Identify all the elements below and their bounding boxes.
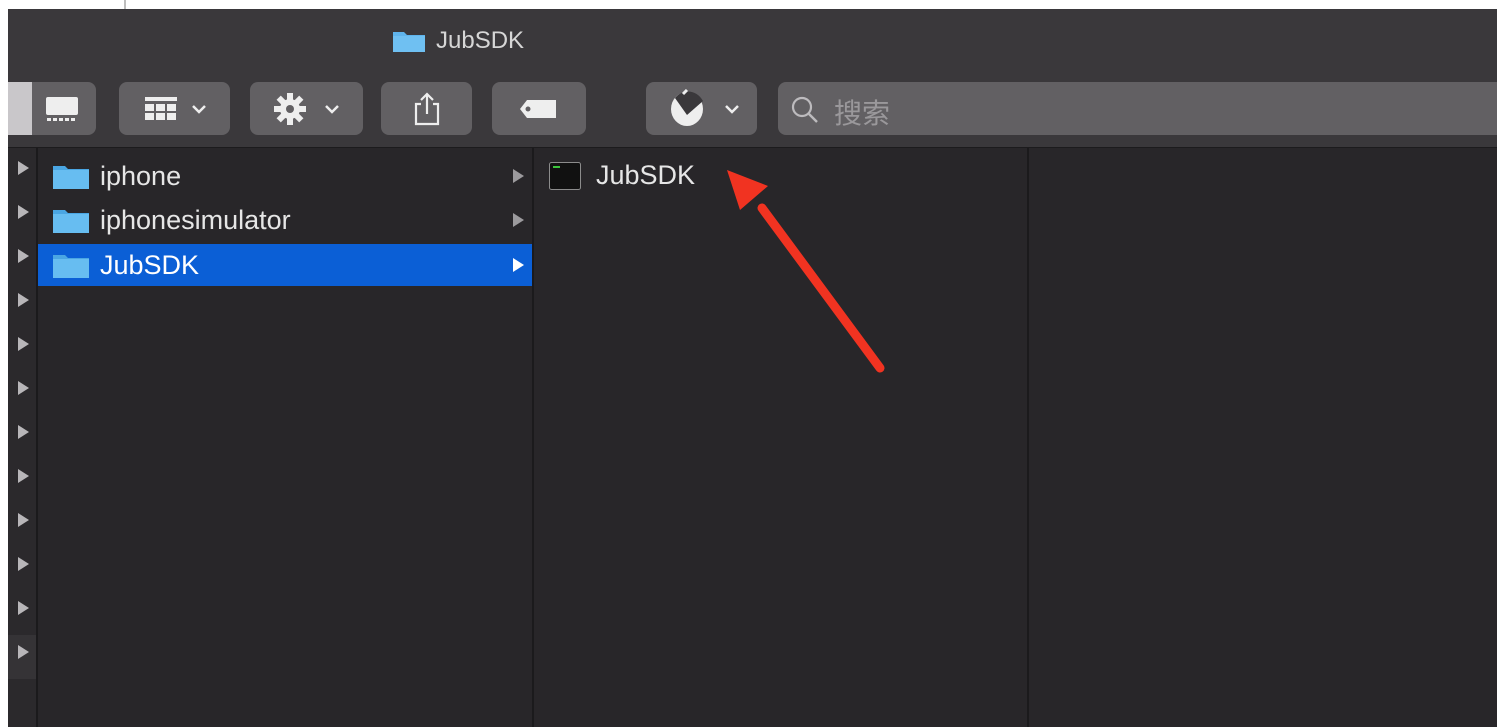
disclosure-arrow-icon[interactable] — [18, 601, 29, 615]
search-icon — [791, 96, 818, 123]
folder-row-jubsdk[interactable]: JubSDK — [38, 244, 532, 286]
disclosure-arrow-icon[interactable] — [18, 425, 29, 439]
toolbar: 搜索 — [8, 73, 1497, 148]
disclosure-arrow-icon[interactable] — [18, 557, 29, 571]
acorn-app-icon — [670, 88, 739, 126]
disclosure-arrow-icon — [513, 258, 524, 272]
disclosure-arrow-icon[interactable] — [18, 469, 29, 483]
share-button[interactable] — [381, 82, 472, 135]
parent-column-strip[interactable] — [8, 148, 38, 727]
folder-row-iphone[interactable]: iphone — [38, 155, 532, 197]
folder-row-iphonesimulator[interactable]: iphonesimulator — [38, 199, 532, 241]
chevron-down-icon — [724, 104, 739, 114]
group-view-icon — [144, 96, 206, 120]
chevron-down-icon — [191, 104, 206, 114]
folder-name: JubSDK — [100, 249, 200, 280]
folder-icon — [53, 255, 89, 278]
action-menu-button[interactable] — [250, 82, 363, 135]
folder-icon — [53, 210, 89, 233]
disclosure-arrow-icon — [513, 213, 524, 227]
disclosure-arrow-icon[interactable] — [18, 645, 29, 659]
top-nub — [124, 0, 126, 9]
browser-column-3 — [1029, 148, 1497, 727]
window-title: JubSDK — [392, 26, 524, 56]
disclosure-arrow-icon[interactable] — [18, 381, 29, 395]
file-row-jubsdk[interactable]: JubSDK — [549, 160, 695, 191]
gear-icon — [273, 92, 339, 125]
search-placeholder: 搜索 — [834, 98, 891, 129]
unix-executable-icon — [549, 161, 581, 190]
disclosure-arrow-icon[interactable] — [18, 249, 29, 263]
disclosure-arrow-icon[interactable] — [18, 337, 29, 351]
search-field[interactable]: 搜索 — [778, 82, 1497, 135]
share-icon — [414, 91, 439, 125]
title-bar[interactable]: JubSDK — [8, 9, 1497, 73]
folder-name: iphone — [100, 160, 182, 191]
disclosure-arrow-icon — [513, 169, 524, 183]
folder-icon — [393, 32, 425, 52]
tag-icon — [520, 99, 556, 118]
folder-name: iphonesimulator — [100, 204, 291, 235]
disclosure-arrow-icon[interactable] — [18, 205, 29, 219]
disclosure-arrow-icon[interactable] — [18, 513, 29, 527]
finder-window: JubSDK 搜索 iphone iphonesimulator JubSDK … — [8, 9, 1497, 727]
browser-column-1: iphone iphonesimulator JubSDK — [38, 148, 534, 727]
top-margin — [0, 0, 1497, 9]
file-name: JubSDK — [596, 160, 696, 190]
tag-button[interactable] — [492, 82, 586, 135]
browser-column-2: JubSDK — [534, 148, 1029, 727]
chevron-down-icon — [324, 104, 339, 114]
disclosure-arrow-icon[interactable] — [18, 161, 29, 175]
disclosure-arrow-icon[interactable] — [18, 293, 29, 307]
column-view-partial[interactable] — [8, 82, 32, 135]
cover-flow-icon[interactable] — [44, 94, 80, 124]
group-view-button[interactable] — [119, 82, 230, 135]
view-mode-segment[interactable] — [8, 82, 96, 135]
app-menu-button[interactable] — [646, 82, 757, 135]
folder-icon — [53, 166, 89, 189]
window-title-text: JubSDK — [436, 27, 525, 54]
